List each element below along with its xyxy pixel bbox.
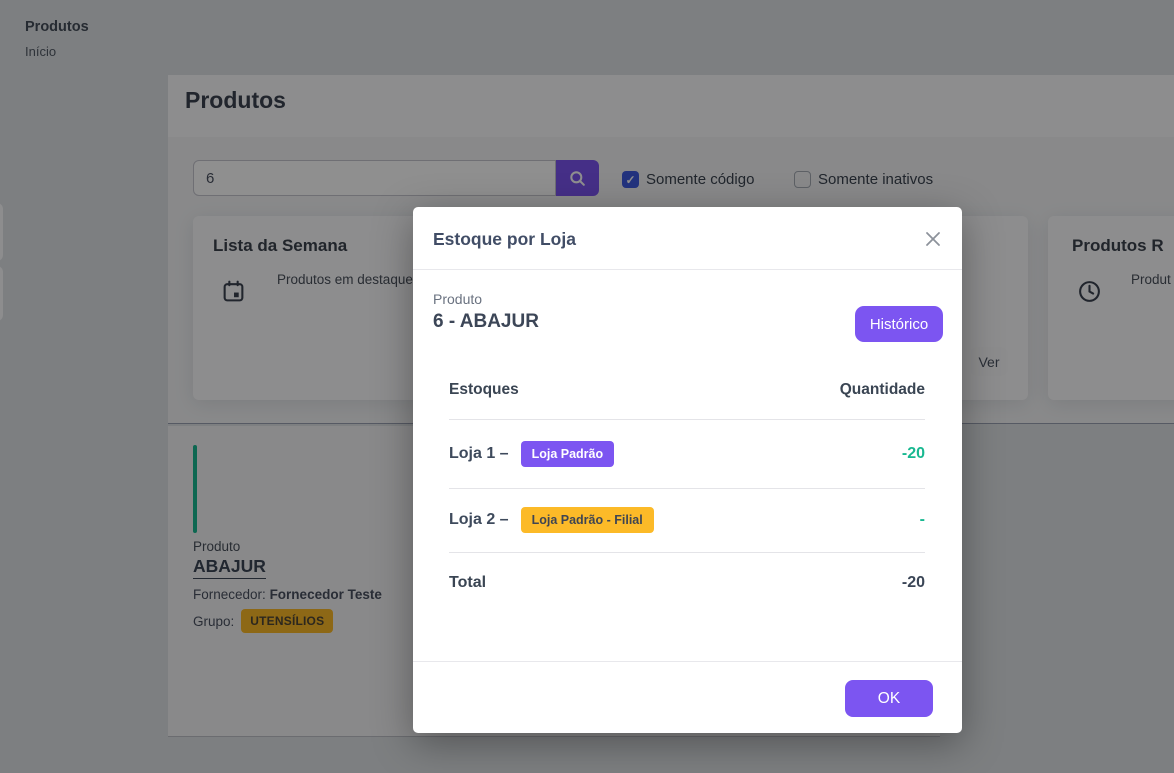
- app-screen: Produtos Início Produtos ✓ Somente códig…: [0, 0, 1174, 773]
- table-total-row: Total -20: [449, 552, 925, 614]
- store-name: Loja 2 –: [449, 511, 509, 529]
- store-name: Loja 1 –: [449, 445, 509, 463]
- estoque-por-loja-modal: Estoque por Loja Produto 6 - ABAJUR Hist…: [413, 207, 962, 733]
- close-button[interactable]: [921, 227, 945, 251]
- table-row: Loja 2 – Loja Padrão - Filial -: [449, 488, 925, 552]
- historico-button[interactable]: Histórico: [855, 306, 943, 342]
- total-label: Total: [449, 574, 486, 592]
- total-value: -20: [902, 574, 925, 592]
- modal-footer: OK: [413, 661, 962, 733]
- quantity-value: -20: [902, 445, 925, 463]
- close-icon: [923, 229, 943, 249]
- modal-product-label: Produto: [433, 291, 482, 307]
- store-badge: Loja Padrão - Filial: [521, 507, 654, 533]
- modal-title: Estoque por Loja: [433, 229, 576, 250]
- quantity-value: -: [920, 511, 925, 529]
- column-quantidade: Quantidade: [840, 381, 925, 399]
- store-cell: Loja 2 – Loja Padrão - Filial: [449, 507, 654, 533]
- modal-product-name: 6 - ABAJUR: [433, 311, 539, 333]
- ok-button[interactable]: OK: [845, 680, 933, 717]
- store-badge: Loja Padrão: [521, 441, 615, 467]
- table-row: Loja 1 – Loja Padrão -20: [449, 419, 925, 488]
- column-estoques: Estoques: [449, 381, 519, 399]
- table-header-row: Estoques Quantidade: [449, 381, 925, 399]
- store-cell: Loja 1 – Loja Padrão: [449, 441, 614, 467]
